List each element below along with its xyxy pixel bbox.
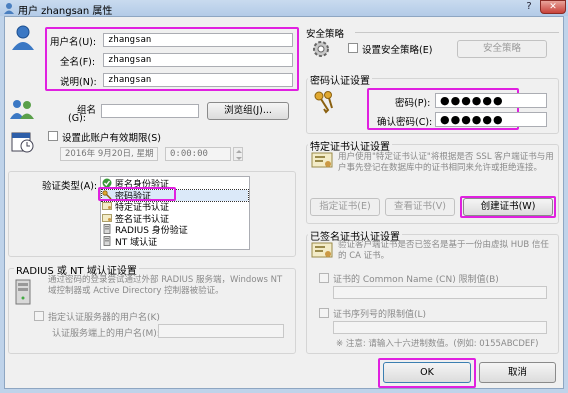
cert-description: 用户使用"特定证书认证"将根据是否 SSL 客户端证书与用户事先登记在数据库中的… bbox=[338, 152, 554, 173]
ok-button[interactable]: OK bbox=[383, 362, 471, 383]
specify-server-checkbox[interactable] bbox=[34, 311, 44, 321]
cn-limit-label: 证书的 Common Name (CN) 限制值(B) bbox=[333, 275, 499, 285]
auth-selected-highlight bbox=[98, 187, 176, 201]
specify-server-label: 指定认证服务器的用户名(K) bbox=[48, 313, 160, 323]
cn-limit-checkbox[interactable] bbox=[319, 273, 329, 283]
time-spinner[interactable] bbox=[233, 147, 243, 161]
username-label: 用户名(U): bbox=[50, 37, 97, 48]
hex-note: ※ 注意: 请输入十六进制数值。(例如: 0155ABCDEF) bbox=[336, 339, 539, 349]
help-icon: ? bbox=[526, 1, 532, 12]
fullname-label: 全名(F): bbox=[60, 57, 96, 68]
expiry-checkbox[interactable] bbox=[48, 131, 58, 141]
user-avatar-icon bbox=[10, 24, 36, 50]
server-username-field[interactable] bbox=[158, 324, 284, 338]
radius-description: 通过密码的登录尝试通过外部 RADIUS 服务端，Windows NT 域控制器… bbox=[48, 275, 283, 296]
certificate-icon bbox=[311, 152, 333, 170]
auth-type-item-label: RADIUS 身份验证 bbox=[115, 226, 188, 236]
description-label: 说明(N): bbox=[60, 77, 97, 88]
server-icon bbox=[102, 224, 112, 234]
group-field[interactable] bbox=[101, 104, 199, 118]
certificate-icon bbox=[102, 201, 112, 211]
confirm-password-field[interactable]: ●●●●●● bbox=[435, 112, 547, 127]
cancel-button[interactable]: 取消 bbox=[479, 362, 556, 383]
auth-type-item-label: NT 域认证 bbox=[115, 237, 158, 248]
expiry-date-value: 2016年 9月20日, 星期 bbox=[65, 149, 154, 159]
expiry-checkbox-label: 设置此账户有效期限(S) bbox=[62, 133, 161, 144]
auth-type-label: 验证类型(A): bbox=[42, 181, 98, 192]
security-policy-button[interactable]: 安全策略 bbox=[457, 40, 547, 58]
auth-type-item[interactable]: 签名证书认证 bbox=[102, 213, 248, 225]
certificate-icon bbox=[102, 213, 112, 223]
security-policy-checkbox[interactable] bbox=[348, 43, 358, 53]
server-icon bbox=[102, 235, 112, 246]
auth-type-item-label: 签名证书认证 bbox=[115, 214, 170, 225]
view-cert-button[interactable]: 查看证书(V) bbox=[385, 198, 455, 216]
title-bar[interactable]: 用户 zhangsan 属性 ? ✕ bbox=[0, 0, 568, 17]
description-field[interactable]: zhangsan bbox=[103, 73, 293, 87]
close-icon: ✕ bbox=[549, 2, 557, 12]
group-icon bbox=[9, 99, 35, 119]
expiry-time-value: 0:00:00 bbox=[170, 149, 208, 159]
username-field[interactable]: zhangsan bbox=[103, 33, 293, 47]
security-separator bbox=[355, 32, 559, 33]
password-field[interactable]: ●●●●●● bbox=[435, 93, 547, 108]
auth-type-item[interactable]: NT 域认证 bbox=[102, 235, 248, 248]
close-button[interactable]: ✕ bbox=[540, 0, 566, 14]
confirm-password-label: 确认密码(C): bbox=[377, 117, 433, 128]
auth-type-item-label: 特定证书认证 bbox=[115, 203, 170, 213]
key-icon bbox=[313, 90, 335, 114]
serial-limit-checkbox[interactable] bbox=[319, 308, 329, 318]
auth-type-item[interactable]: 特定证书认证 bbox=[102, 201, 248, 213]
cert-group-title: 特定证书认证设置 bbox=[308, 138, 392, 153]
gear-icon bbox=[310, 38, 332, 60]
serial-limit-label: 证书序列号的限制值(L) bbox=[333, 310, 427, 320]
fullname-field[interactable]: zhangsan bbox=[103, 53, 293, 67]
security-policy-checkbox-label: 设置安全策略(E) bbox=[362, 45, 433, 56]
server-username-label: 认证服务端上的用户名(M): bbox=[52, 329, 160, 339]
expiry-time-field[interactable]: 0:00:00 bbox=[165, 147, 231, 161]
cn-limit-field[interactable] bbox=[333, 286, 547, 299]
group-label-line2: (G): bbox=[68, 113, 86, 124]
expiry-date-picker[interactable]: 2016年 9月20日, 星期 bbox=[60, 147, 158, 161]
serial-limit-field[interactable] bbox=[333, 321, 547, 334]
help-button[interactable]: ? bbox=[520, 0, 538, 14]
calendar-icon bbox=[10, 130, 34, 154]
auth-type-item[interactable]: RADIUS 身份验证 bbox=[102, 224, 248, 236]
password-group-title: 密码认证设置 bbox=[308, 72, 372, 87]
specify-cert-button[interactable]: 指定证书(E) bbox=[310, 198, 380, 216]
window-title: 用户 zhangsan 属性 bbox=[18, 6, 113, 17]
server-icon bbox=[14, 279, 32, 305]
window-icon bbox=[3, 2, 15, 14]
signed-certificate-icon bbox=[311, 242, 333, 260]
create-cert-button[interactable]: 创建证书(W) bbox=[463, 198, 553, 216]
signed-description: 验证客户端证书是否已签名是基于一份由虚拟 HUB 信任的 CA 证书。 bbox=[338, 240, 549, 261]
password-label: 密码(P): bbox=[395, 98, 431, 109]
browse-group-button[interactable]: 浏览组(J)... bbox=[207, 102, 289, 120]
